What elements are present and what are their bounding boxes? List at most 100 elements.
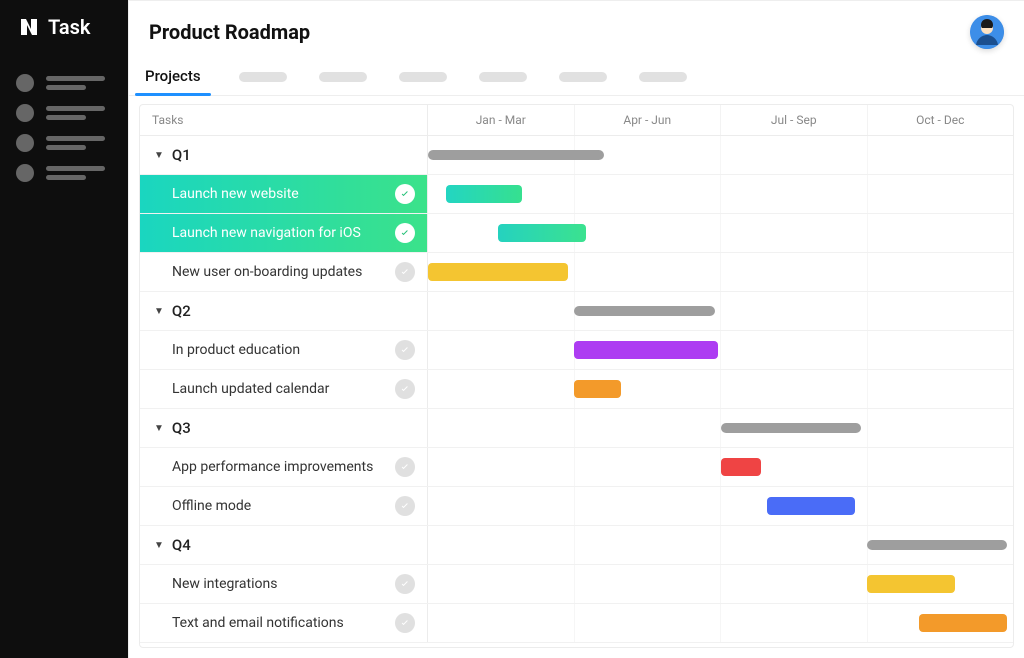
check-done-icon[interactable] <box>395 223 415 243</box>
task-label: New user on-boarding updates <box>172 264 362 280</box>
gantt-bar[interactable] <box>498 224 586 242</box>
group-row[interactable]: Q2 <box>140 292 1013 331</box>
task-label: Launch new navigation for iOS <box>172 225 361 241</box>
task-row[interactable]: Launch updated calendar <box>140 370 1013 409</box>
task-label-cell[interactable]: App performance improvements <box>140 448 428 486</box>
gantt-cell <box>428 214 1013 252</box>
group-label-cell[interactable]: Q3 <box>140 409 428 447</box>
gantt-cell <box>428 487 1013 525</box>
task-label-cell[interactable]: Text and email notifications <box>140 604 428 642</box>
logo-mark-icon <box>16 14 42 40</box>
sidebar-nav <box>0 74 128 182</box>
group-row[interactable]: Q1 <box>140 136 1013 175</box>
task-label: In product education <box>172 342 300 358</box>
gantt-bar[interactable] <box>446 185 522 203</box>
gantt-bar[interactable] <box>919 614 1007 632</box>
check-pending-icon[interactable] <box>395 457 415 477</box>
group-label: Q2 <box>172 302 191 320</box>
task-label-cell[interactable]: In product education <box>140 331 428 369</box>
task-row[interactable]: Launch new navigation for iOS <box>140 214 1013 253</box>
check-done-icon[interactable] <box>395 184 415 204</box>
task-row[interactable]: New user on-boarding updates <box>140 253 1013 292</box>
caret-down-icon[interactable] <box>154 150 164 161</box>
task-row[interactable]: App performance improvements <box>140 448 1013 487</box>
task-label: Launch updated calendar <box>172 381 329 397</box>
task-row[interactable]: Launch new website <box>140 175 1013 214</box>
gantt-bar[interactable] <box>721 423 861 433</box>
gantt-cell <box>428 136 1013 174</box>
gantt-cell <box>428 604 1013 642</box>
check-pending-icon[interactable] <box>395 340 415 360</box>
gantt-bar[interactable] <box>767 497 855 515</box>
gantt-bar[interactable] <box>574 341 717 359</box>
column-header-q2: Apr - Jun <box>575 105 722 135</box>
task-label-cell[interactable]: New integrations <box>140 565 428 603</box>
check-pending-icon[interactable] <box>395 379 415 399</box>
tab-projects[interactable]: Projects <box>139 59 207 95</box>
tab-placeholder[interactable] <box>479 72 527 82</box>
sidebar-item[interactable] <box>16 164 112 182</box>
task-label: Offline mode <box>172 498 251 514</box>
group-label-cell[interactable]: Q1 <box>140 136 428 174</box>
check-pending-icon[interactable] <box>395 262 415 282</box>
grid-body[interactable]: Q1Launch new website Launch new navigatio… <box>140 136 1013 647</box>
sidebar-dot-icon <box>16 74 34 92</box>
group-label-cell[interactable]: Q4 <box>140 526 428 564</box>
column-header-q1: Jan - Mar <box>428 105 575 135</box>
tab-placeholder[interactable] <box>399 72 447 82</box>
group-label-cell[interactable]: Q2 <box>140 292 428 330</box>
gantt-cell <box>428 448 1013 486</box>
task-label-cell[interactable]: Offline mode <box>140 487 428 525</box>
gantt-cell <box>428 370 1013 408</box>
caret-down-icon[interactable] <box>154 423 164 434</box>
check-pending-icon[interactable] <box>395 574 415 594</box>
task-row[interactable]: Text and email notifications <box>140 604 1013 643</box>
gantt-cell <box>428 292 1013 330</box>
caret-down-icon[interactable] <box>154 540 164 551</box>
tab-placeholder[interactable] <box>239 72 287 82</box>
task-label-cell[interactable]: New user on-boarding updates <box>140 253 428 291</box>
task-row[interactable]: In product education <box>140 331 1013 370</box>
task-row[interactable]: Offline mode <box>140 487 1013 526</box>
group-label: Q3 <box>172 419 191 437</box>
gantt-bar[interactable] <box>574 306 714 316</box>
check-pending-icon[interactable] <box>395 613 415 633</box>
gantt-cell <box>428 253 1013 291</box>
sidebar-item[interactable] <box>16 104 112 122</box>
avatar[interactable] <box>970 15 1004 49</box>
task-label: Text and email notifications <box>172 615 344 631</box>
gantt-bar[interactable] <box>721 458 762 476</box>
gantt-cell <box>428 565 1013 603</box>
gantt-bar[interactable] <box>574 380 621 398</box>
header: Product Roadmap <box>129 1 1024 59</box>
group-row[interactable]: Q4 <box>140 526 1013 565</box>
sidebar-item[interactable] <box>16 74 112 92</box>
sidebar-dot-icon <box>16 104 34 122</box>
tab-placeholder[interactable] <box>559 72 607 82</box>
gantt-bar[interactable] <box>428 263 568 281</box>
task-label-cell[interactable]: Launch new navigation for iOS <box>140 214 428 252</box>
column-header-tasks: Tasks <box>140 105 428 135</box>
check-pending-icon[interactable] <box>395 496 415 516</box>
tab-placeholder[interactable] <box>639 72 687 82</box>
gantt-bar[interactable] <box>428 150 604 160</box>
task-label: App performance improvements <box>172 459 373 475</box>
page-title: Product Roadmap <box>149 20 310 44</box>
task-label-cell[interactable]: Launch updated calendar <box>140 370 428 408</box>
caret-down-icon[interactable] <box>154 306 164 317</box>
task-label-cell[interactable]: Launch new website <box>140 175 428 213</box>
column-header-q4: Oct - Dec <box>868 105 1014 135</box>
task-row[interactable]: New integrations <box>140 565 1013 604</box>
sidebar-item[interactable] <box>16 134 112 152</box>
group-row[interactable]: Q3 <box>140 409 1013 448</box>
app-logo[interactable]: Task <box>0 0 128 58</box>
gantt-bar[interactable] <box>867 575 955 593</box>
group-label: Q4 <box>172 536 191 554</box>
tab-placeholder[interactable] <box>319 72 367 82</box>
sidebar-dot-icon <box>16 134 34 152</box>
gantt-cell <box>428 526 1013 564</box>
grid-header: Tasks Jan - Mar Apr - Jun Jul - Sep Oct … <box>140 105 1013 136</box>
gantt-grid: Tasks Jan - Mar Apr - Jun Jul - Sep Oct … <box>139 104 1014 648</box>
app-name: Task <box>48 15 91 39</box>
gantt-bar[interactable] <box>867 540 1007 550</box>
